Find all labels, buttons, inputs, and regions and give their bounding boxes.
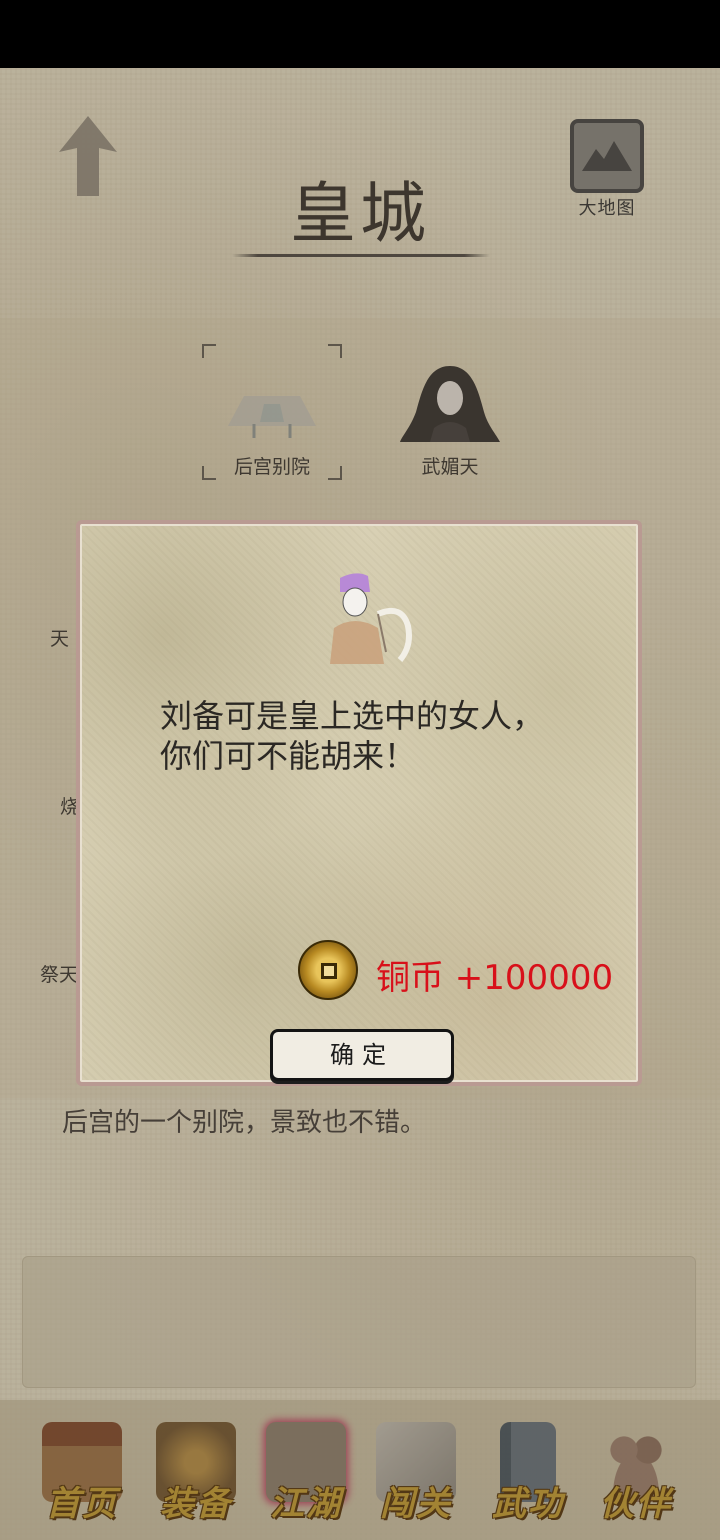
eunuch-portrait-icon [326, 566, 416, 666]
confirm-button[interactable]: 确定 [270, 1029, 454, 1081]
event-dialog: 刘备可是皇上选中的女人，你们可不能胡来！ 铜币 +100000 确定 [76, 520, 642, 1086]
copper-coin-icon [298, 940, 358, 1000]
dialog-message: 刘备可是皇上选中的女人，你们可不能胡来！ [160, 697, 545, 775]
status-bar [0, 0, 720, 68]
reward-amount: 铜币 +100000 [376, 958, 614, 998]
